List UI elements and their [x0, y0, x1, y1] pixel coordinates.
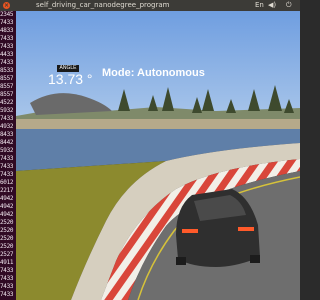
scene [16, 11, 300, 300]
terminal-line: 5932 [0, 147, 14, 154]
terminal-line: 7433 [0, 19, 14, 26]
terminal-line: 7433 [0, 291, 14, 298]
terminal-line: 2217 [0, 187, 14, 194]
terminal-line: 4433 [0, 51, 14, 58]
terminal-line: 7433 [0, 35, 14, 42]
terminal-line: 4932 [0, 123, 14, 130]
terminal-line: 7433 [0, 163, 14, 170]
terminal-line: 8433 [0, 131, 14, 138]
terminal-line: 7433 [0, 155, 14, 162]
terminal-line: 2520 [0, 227, 14, 234]
terminal-line: 8442 [0, 139, 14, 146]
terminal-line: 7433 [0, 59, 14, 66]
terminal-line: 4911 [0, 259, 14, 266]
terminal-line: 4942 [0, 203, 14, 210]
terminal-line: 8533 [0, 67, 14, 74]
terminal-line: 4833 [0, 27, 14, 34]
window-title: self_driving_car_nanodegree_program [36, 1, 170, 9]
window-title-bar: × self_driving_car_nanodegree_program En… [0, 0, 300, 11]
mode-indicator: Mode: Autonomous [102, 67, 205, 79]
terminal-line: 7433 [0, 283, 14, 290]
close-icon[interactable]: × [3, 2, 10, 9]
terminal-line: 7433 [0, 275, 14, 282]
terminal-line: 4942 [0, 195, 14, 202]
terminal-line: 2527 [0, 251, 14, 258]
terminal-line: 4522 [0, 99, 14, 106]
terminal-output: 2345 7433 4833 7433 7433 4433 7433 8533 8557 8557… [0, 11, 16, 300]
keyboard-layout-indicator[interactable]: En [255, 0, 264, 11]
terminal-line: 2520 [0, 243, 14, 250]
terminal-line: 8557 [0, 91, 14, 98]
terminal-line: 5932 [0, 107, 14, 114]
terminal-line: 2345 [0, 11, 14, 18]
volume-icon[interactable]: ◀) [268, 0, 276, 11]
terminal-line: 2520 [0, 219, 14, 226]
terminal-line: 7433 [0, 171, 14, 178]
simulator-viewport: ANGLE 13.73 ° Mode: Autonomous [16, 11, 300, 300]
terminal-line: 7433 [0, 267, 14, 274]
steering-angle-value: 13.73 ° [48, 71, 93, 87]
terminal-line: 8557 [0, 75, 14, 82]
terminal-line: 6012 [0, 179, 14, 186]
terminal-line: 8557 [0, 83, 14, 90]
terminal-line: 7433 [0, 115, 14, 122]
terminal-line: 7433 [0, 43, 14, 50]
terminal-line: 2520 [0, 235, 14, 242]
far-shore [16, 119, 300, 129]
terminal-line: 4942 [0, 211, 14, 218]
power-icon[interactable]: ⏻ [286, 0, 292, 11]
